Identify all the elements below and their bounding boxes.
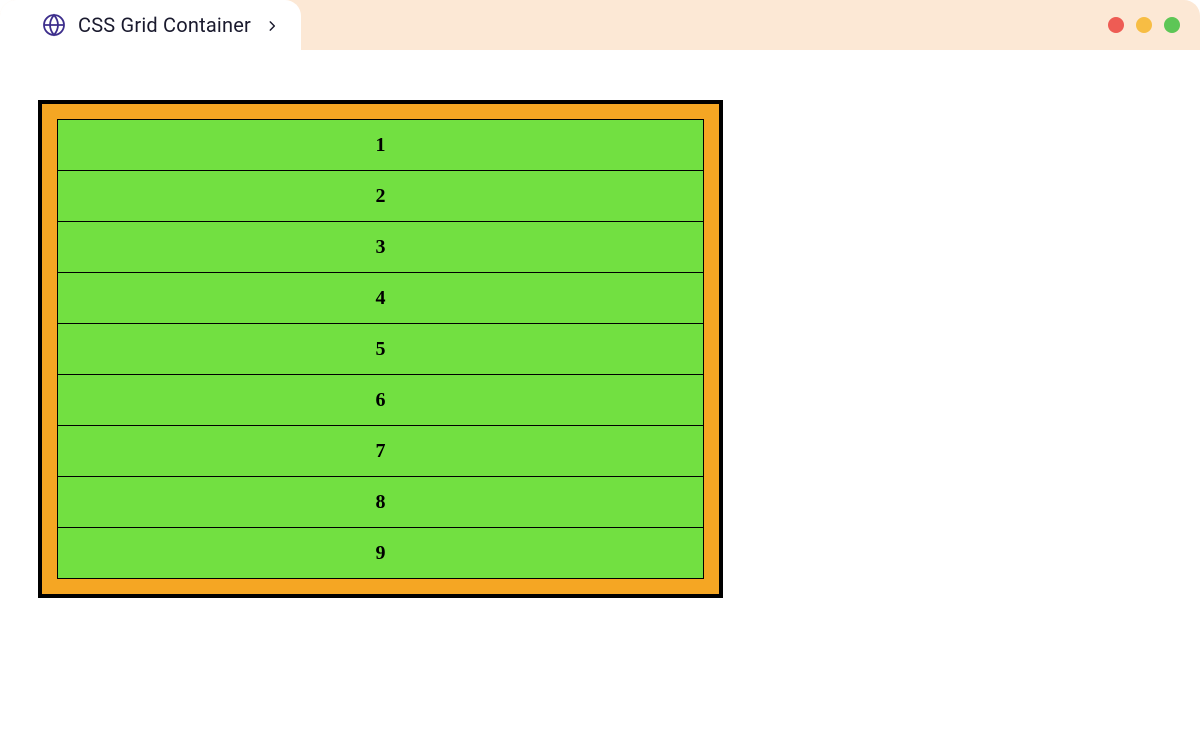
window-controls <box>1108 17 1180 33</box>
grid-item: 6 <box>57 374 704 426</box>
grid-item-label: 3 <box>376 236 386 258</box>
page-content: 1 2 3 4 5 6 7 8 9 <box>0 50 1200 648</box>
grid-item-label: 5 <box>376 338 386 360</box>
grid-item: 9 <box>57 527 704 579</box>
chevron-right-icon <box>265 18 279 32</box>
tab-title: CSS Grid Container <box>78 13 251 37</box>
grid-item-label: 6 <box>376 389 386 411</box>
browser-tab[interactable]: CSS Grid Container <box>0 0 301 50</box>
grid-item-label: 8 <box>376 491 386 513</box>
grid-item: 4 <box>57 272 704 324</box>
grid-item: 1 <box>57 119 704 171</box>
grid-item-label: 9 <box>376 542 386 564</box>
grid-item: 5 <box>57 323 704 375</box>
grid-item: 2 <box>57 170 704 222</box>
grid-item-label: 1 <box>376 134 386 156</box>
grid-item: 3 <box>57 221 704 273</box>
grid-item-label: 2 <box>376 185 386 207</box>
minimize-icon[interactable] <box>1136 17 1152 33</box>
grid-item-label: 7 <box>376 440 386 462</box>
grid-container: 1 2 3 4 5 6 7 8 9 <box>38 100 723 598</box>
grid-item: 7 <box>57 425 704 477</box>
globe-icon <box>42 13 66 37</box>
maximize-icon[interactable] <box>1164 17 1180 33</box>
close-icon[interactable] <box>1108 17 1124 33</box>
grid-item-label: 4 <box>376 287 386 309</box>
browser-tab-bar: CSS Grid Container <box>0 0 1200 50</box>
grid-item: 8 <box>57 476 704 528</box>
